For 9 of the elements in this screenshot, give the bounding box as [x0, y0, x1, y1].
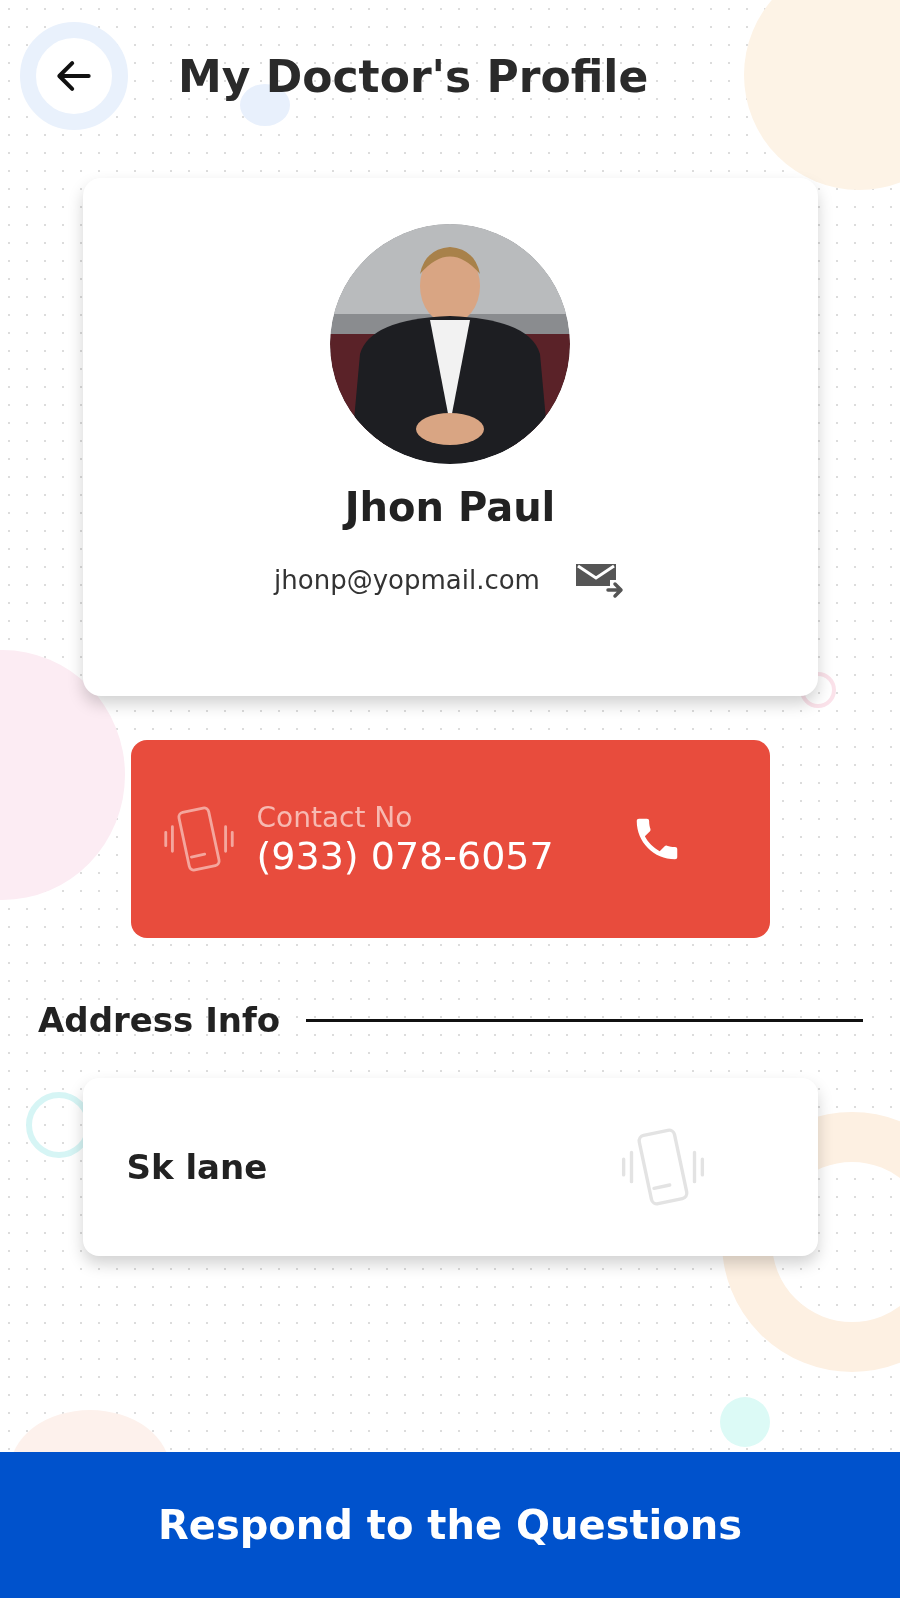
doctor-email: jhonp@yopmail.com — [274, 565, 540, 595]
address-text: Sk lane — [126, 1147, 268, 1187]
doctor-name: Jhon Paul — [344, 484, 556, 530]
contact-number: (933) 078-6057 — [256, 833, 554, 878]
respond-button[interactable]: Respond to the Questions — [0, 1452, 900, 1598]
decor-circle — [720, 1397, 770, 1447]
contact-label: Contact No — [256, 800, 414, 834]
section-heading: Address Info — [38, 1000, 281, 1040]
page-title: My Doctor's Profile — [178, 50, 649, 102]
